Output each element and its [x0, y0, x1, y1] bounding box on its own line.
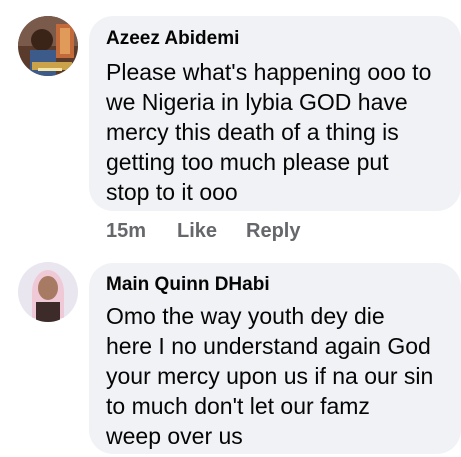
like-button[interactable]: Like — [177, 220, 217, 243]
comment-author[interactable]: Main Quinn DHabi — [106, 274, 270, 296]
comment-thread: Azeez Abidemi Please what's happening oo… — [0, 0, 461, 457]
comment-text-line: mercy this death of a thing is — [106, 119, 399, 145]
profile-photo-avatar-icon — [18, 16, 78, 76]
comment-text-line: to much don't let our famz — [106, 393, 370, 419]
comment-text-line: here I no understand again God — [106, 333, 431, 359]
reply-button[interactable]: Reply — [246, 220, 300, 243]
comment-text-line: weep over us — [106, 423, 243, 449]
comment-text-line: we Nigeria in lybia GOD have — [106, 89, 408, 115]
comment-text-line: your mercy upon us if na our sin — [106, 363, 434, 389]
comment-text-line: getting too much please put — [106, 149, 389, 175]
comment-text-line: stop to it ooo — [106, 179, 238, 205]
comment-text-line: Omo the way youth dey die — [106, 303, 385, 329]
comment-actions: 15m Like Reply — [106, 220, 406, 246]
comment-text-line: Please what's happening ooo to — [106, 59, 432, 85]
avatar[interactable] — [18, 262, 78, 322]
comment-timestamp[interactable]: 15m — [106, 220, 146, 243]
avatar[interactable] — [18, 16, 78, 76]
comment-author[interactable]: Azeez Abidemi — [106, 28, 239, 50]
comment-text: Please what's happening ooo to we Nigeri… — [106, 57, 431, 207]
comment-text: Omo the way youth dey die here I no unde… — [106, 301, 433, 451]
profile-photo-avatar-icon — [18, 262, 78, 322]
